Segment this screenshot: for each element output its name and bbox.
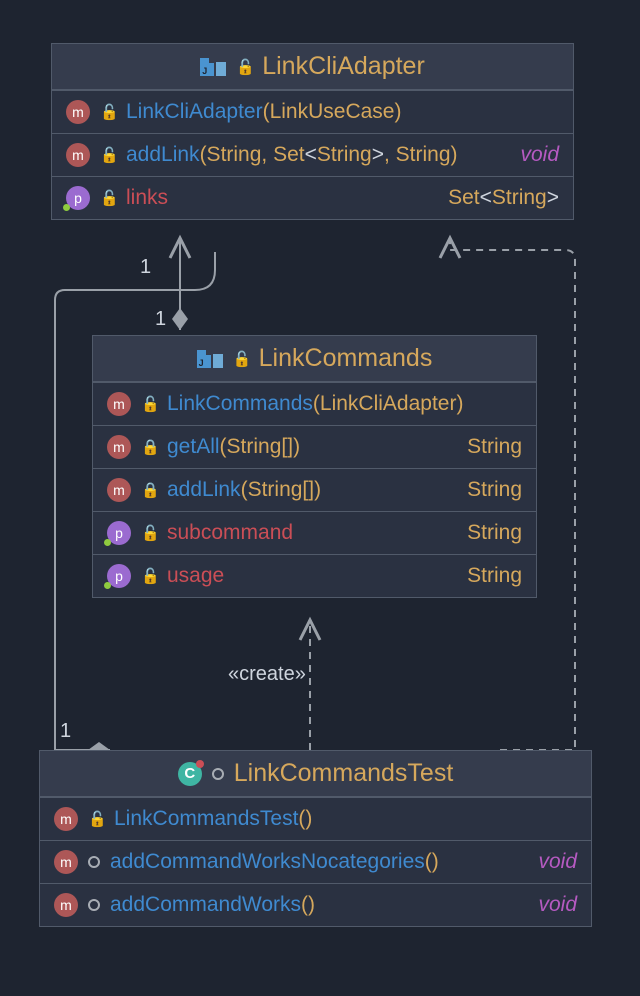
method-icon: m	[107, 392, 131, 416]
method-sig: addCommandWorksNocategories()	[110, 850, 439, 874]
class-title: LinkCommands	[259, 344, 433, 373]
return-type: String	[467, 478, 522, 502]
stereotype-create: «create»	[228, 663, 306, 686]
class-title: LinkCommandsTest	[234, 759, 454, 788]
property-icon: p	[66, 186, 90, 210]
method-sig: addLink(String, Set<String>, String)	[126, 143, 458, 167]
method-row: m 🔓 addLink(String, Set<String>, String)…	[52, 133, 573, 176]
class-header: 🔓 LinkCliAdapter	[52, 44, 573, 90]
class-link-cli-adapter: 🔓 LinkCliAdapter m 🔓 LinkCliAdapter(Link…	[51, 43, 574, 220]
property-icon: p	[107, 521, 131, 545]
lock-open-icon: 🔓	[100, 146, 116, 164]
method-sig: addCommandWorks()	[110, 893, 315, 917]
method-icon: m	[107, 478, 131, 502]
return-type: void	[538, 893, 577, 917]
property-type: String	[467, 521, 522, 545]
method-row: m 🔒 getAll(String[]) String	[93, 425, 536, 468]
package-visibility-icon	[88, 856, 100, 868]
java-class-icon	[197, 350, 223, 368]
property-row: p 🔓 usage String	[93, 554, 536, 597]
property-name: subcommand	[167, 521, 293, 545]
property-type: Set<String>	[448, 186, 559, 210]
method-row: m addCommandWorksNocategories() void	[40, 840, 591, 883]
method-sig: LinkCommands(LinkCliAdapter)	[167, 392, 463, 416]
lock-open-icon: 🔓	[236, 58, 252, 76]
test-class-icon: C	[178, 762, 202, 786]
method-icon: m	[54, 850, 78, 874]
method-row: m 🔓 LinkCommands(LinkCliAdapter)	[93, 382, 536, 425]
property-row: p 🔓 links Set<String>	[52, 176, 573, 219]
method-row: m addCommandWorks() void	[40, 883, 591, 926]
class-header: 🔓 LinkCommands	[93, 336, 536, 382]
return-type: void	[538, 850, 577, 874]
lock-closed-icon: 🔒	[141, 481, 157, 499]
lock-open-icon: 🔓	[141, 524, 157, 542]
method-sig: LinkCommandsTest()	[114, 807, 312, 831]
lock-open-icon: 🔓	[100, 189, 116, 207]
return-type: void	[520, 143, 559, 167]
package-visibility-icon	[212, 768, 224, 780]
lock-open-icon: 🔓	[233, 350, 249, 368]
method-icon: m	[66, 100, 90, 124]
class-link-commands-test: C LinkCommandsTest m 🔓 LinkCommandsTest(…	[39, 750, 592, 927]
method-icon: m	[54, 807, 78, 831]
method-row: m 🔓 LinkCliAdapter(LinkUseCase)	[52, 90, 573, 133]
property-name: links	[126, 186, 168, 210]
multiplicity-1c: 1	[60, 720, 71, 743]
class-header: C LinkCommandsTest	[40, 751, 591, 797]
multiplicity-1a: 1	[140, 256, 151, 279]
method-icon: m	[107, 435, 131, 459]
method-row: m 🔓 LinkCommandsTest()	[40, 797, 591, 840]
multiplicity-1b: 1	[155, 308, 166, 331]
return-type: String	[467, 435, 522, 459]
property-row: p 🔓 subcommand String	[93, 511, 536, 554]
lock-open-icon: 🔓	[100, 103, 116, 121]
property-name: usage	[167, 564, 224, 588]
property-type: String	[467, 564, 522, 588]
method-sig: getAll(String[])	[167, 435, 300, 459]
lock-open-icon: 🔓	[141, 567, 157, 585]
class-link-commands: 🔓 LinkCommands m 🔓 LinkCommands(LinkCliA…	[92, 335, 537, 598]
method-icon: m	[66, 143, 90, 167]
property-icon: p	[107, 564, 131, 588]
lock-closed-icon: 🔒	[141, 438, 157, 456]
method-row: m 🔒 addLink(String[]) String	[93, 468, 536, 511]
lock-open-icon: 🔓	[88, 810, 104, 828]
method-sig: addLink(String[])	[167, 478, 321, 502]
lock-open-icon: 🔓	[141, 395, 157, 413]
package-visibility-icon	[88, 899, 100, 911]
java-class-icon	[200, 58, 226, 76]
method-icon: m	[54, 893, 78, 917]
method-sig: LinkCliAdapter(LinkUseCase)	[126, 100, 401, 124]
class-title: LinkCliAdapter	[262, 52, 425, 81]
